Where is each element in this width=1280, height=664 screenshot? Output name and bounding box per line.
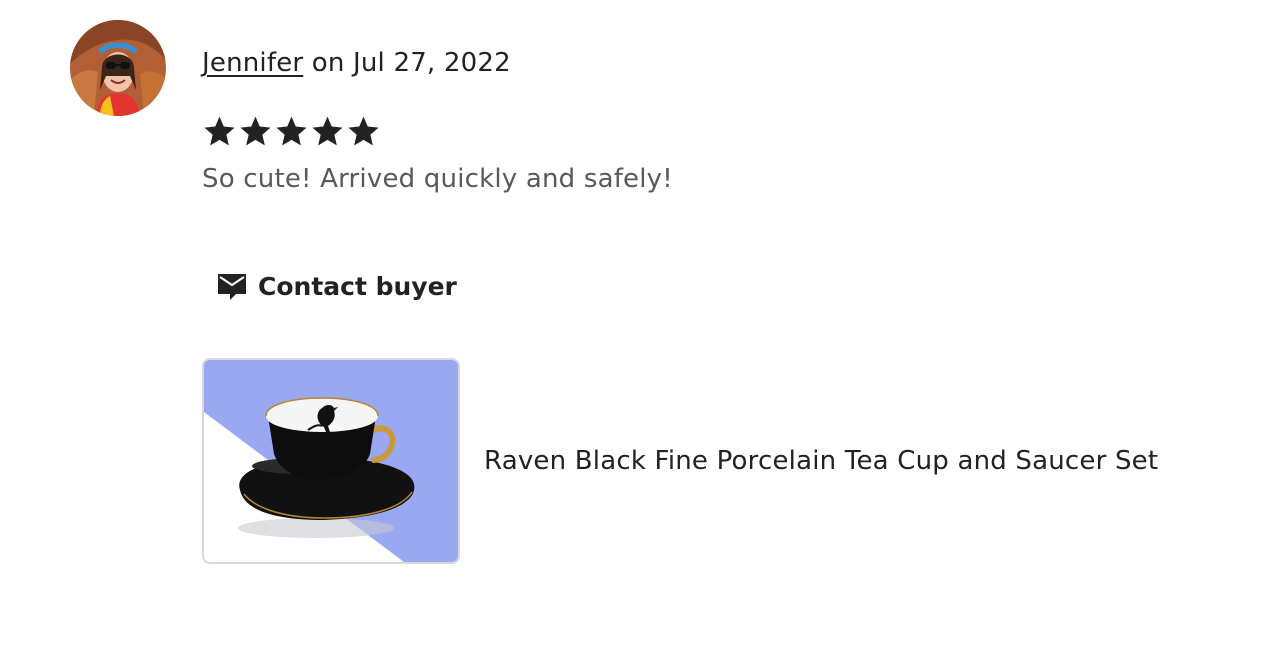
star-icon [348, 116, 379, 146]
contact-buyer-label: Contact buyer [258, 271, 457, 301]
product-title: Raven Black Fine Porcelain Tea Cup and S… [484, 446, 1159, 476]
reviewer-avatar[interactable] [70, 20, 166, 116]
star-icon [276, 116, 307, 146]
star-icon [204, 116, 235, 146]
teacup-image [204, 360, 458, 562]
review-card: Jennifer on Jul 27, 2022 So cute! Arrive… [0, 0, 1280, 664]
reviewer-name-link[interactable]: Jennifer [202, 48, 303, 78]
star-icon [312, 116, 343, 146]
star-rating [202, 114, 381, 149]
avatar-image [70, 20, 166, 116]
review-date: on Jul 27, 2022 [303, 48, 511, 78]
product-thumbnail[interactable] [202, 358, 460, 564]
star-icon [240, 116, 271, 146]
contact-buyer-button[interactable]: Contact buyer [204, 262, 469, 310]
review-text: So cute! Arrived quickly and safely! [202, 164, 673, 194]
product-link[interactable]: Raven Black Fine Porcelain Tea Cup and S… [202, 358, 1158, 564]
review-header: Jennifer on Jul 27, 2022 [202, 44, 511, 82]
message-icon [218, 274, 246, 300]
